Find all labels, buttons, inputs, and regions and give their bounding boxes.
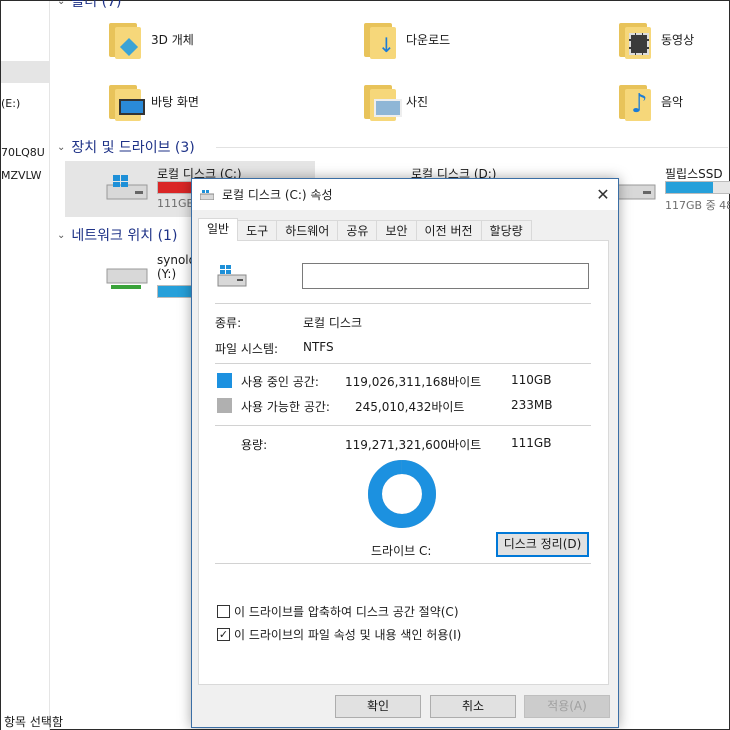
chevron-down-icon: ⌄ <box>57 141 66 153</box>
drive-icon <box>217 265 247 287</box>
drive-usage-fill <box>666 182 713 193</box>
tab-previous-versions[interactable]: 이전 버전 <box>415 220 482 241</box>
tab-tools[interactable]: 도구 <box>237 220 278 241</box>
chevron-down-icon: ⌄ <box>57 229 66 241</box>
used-space-swatch <box>217 373 232 388</box>
network-drive-y[interactable]: synolog (Y:) <box>65 251 204 307</box>
music-folder-icon: ♪ <box>619 81 651 121</box>
type-label: 종류: <box>215 316 242 330</box>
apply-button[interactable]: 적용(A) <box>524 695 610 718</box>
disk-usage-donut-chart <box>368 460 436 528</box>
separator <box>215 363 591 364</box>
separator <box>215 303 591 304</box>
folder-music[interactable]: ♪ 음악 <box>619 81 683 121</box>
folders-group-header[interactable]: ⌄ 폴더 (7) <box>57 0 121 11</box>
folder-pictures[interactable]: 사진 <box>364 81 428 121</box>
nav-item-drive-e[interactable]: (E:) <box>1 93 49 115</box>
tab-security[interactable]: 보안 <box>376 220 417 241</box>
tab-hardware[interactable]: 하드웨어 <box>276 220 339 241</box>
network-group-header[interactable]: ⌄ 네트워크 위치 (1) <box>57 225 177 245</box>
type-value: 로컬 디스크 <box>303 316 363 330</box>
drive-letter-label: 드라이브 C: <box>371 544 432 558</box>
free-space-swatch <box>217 398 232 413</box>
tab-sharing[interactable]: 공유 <box>337 220 378 241</box>
folder-videos[interactable]: 동영상 <box>619 19 694 59</box>
3d-objects-folder-icon <box>109 19 141 59</box>
close-button[interactable]: ✕ <box>588 179 618 210</box>
ok-button[interactable]: 확인 <box>335 695 421 718</box>
tab-quota[interactable]: 할당량 <box>480 220 532 241</box>
nav-item-disk-1[interactable]: 70LQ8U <box>1 142 49 164</box>
index-drive-checkbox[interactable]: ✓ 이 드라이브의 파일 속성 및 내용 색인 허용(I) <box>217 626 461 643</box>
file-system-label: 파일 시스템: <box>215 342 279 356</box>
capacity-label: 용량: <box>241 438 268 452</box>
network-drive-icon <box>106 268 148 289</box>
drive-usage-bar <box>665 181 730 194</box>
free-space-bytes: 245,010,432바이트 <box>355 400 465 414</box>
drive-icon <box>200 189 214 200</box>
disk-cleanup-button[interactable]: 디스크 정리(D) <box>496 532 589 557</box>
used-space-arc <box>368 460 436 528</box>
folder-desktop[interactable]: 바탕 화면 <box>109 81 199 121</box>
system-drive-icon <box>106 175 148 200</box>
free-space-size: 233MB <box>511 398 553 412</box>
videos-folder-icon <box>619 19 651 59</box>
free-space-label: 사용 가능한 공간: <box>241 400 330 414</box>
hard-drive-icon <box>614 184 656 200</box>
folder-downloads[interactable]: ↓ 다운로드 <box>364 19 450 59</box>
devices-group-header[interactable]: ⌄ 장치 및 드라이브 (3) <box>57 137 195 157</box>
separator <box>215 425 591 426</box>
status-bar-text: 항목 선택함 <box>4 715 64 729</box>
group-divider <box>216 147 728 148</box>
close-icon: ✕ <box>596 185 610 204</box>
checkbox-box[interactable] <box>217 605 230 618</box>
separator <box>215 563 591 564</box>
folder-3d-objects[interactable]: 3D 개체 <box>109 19 194 59</box>
nav-item-selected[interactable] <box>1 61 49 83</box>
file-system-value: NTFS <box>303 340 334 354</box>
drive-name-input[interactable] <box>302 263 589 289</box>
tab-general[interactable]: 일반 <box>198 218 239 241</box>
capacity-bytes: 119,271,321,600바이트 <box>345 438 482 452</box>
general-tab-panel: 종류: 로컬 디스크 파일 시스템: NTFS 사용 중인 공간: 119,02… <box>198 240 609 685</box>
dialog-titlebar[interactable]: 로컬 디스크 (C:) 속성 ✕ <box>192 179 618 210</box>
capacity-size: 111GB <box>511 436 552 450</box>
compress-drive-checkbox[interactable]: 이 드라이브를 압축하여 디스크 공간 절약(C) <box>217 603 459 620</box>
chevron-down-icon: ⌄ <box>57 0 66 7</box>
navigation-pane: (E:) 70LQ8U MZVLW <box>1 1 50 730</box>
cancel-button[interactable]: 취소 <box>430 695 516 718</box>
used-space-label: 사용 중인 공간: <box>241 375 319 389</box>
downloads-folder-icon: ↓ <box>364 19 396 59</box>
desktop-folder-icon <box>109 81 145 121</box>
used-space-size: 110GB <box>511 373 552 387</box>
nav-item-disk-2[interactable]: MZVLW <box>1 165 49 187</box>
drive-properties-dialog: 로컬 디스크 (C:) 속성 ✕ 일반 도구 하드웨어 공유 보안 이전 버전 … <box>191 178 619 728</box>
dialog-title: 로컬 디스크 (C:) 속성 <box>222 188 333 202</box>
pictures-folder-icon <box>364 81 402 121</box>
used-space-bytes: 119,026,311,168바이트 <box>345 375 482 389</box>
tab-strip: 일반 도구 하드웨어 공유 보안 이전 버전 할당량 <box>198 218 532 241</box>
checkbox-box[interactable]: ✓ <box>217 628 230 641</box>
